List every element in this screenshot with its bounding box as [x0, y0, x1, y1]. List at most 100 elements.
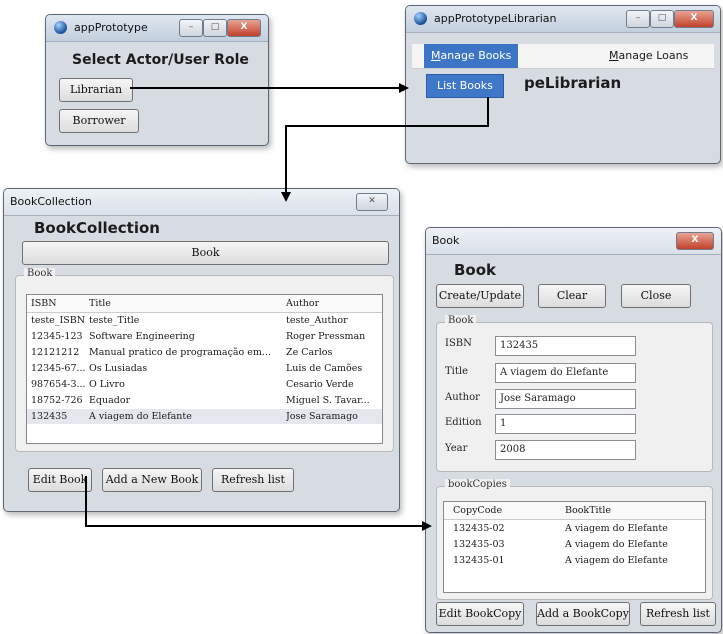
menu-manage-loans[interactable]: Manage Loans	[602, 44, 695, 68]
role-heading: Select Actor/User Role	[72, 52, 249, 68]
book-fields-group-label: Book	[445, 315, 477, 326]
author-label: Author	[445, 392, 480, 403]
booktitle-cell: A viagem do Elefante	[565, 539, 668, 550]
librarian-heading-text: peLibrarian	[524, 74, 622, 92]
window-title: BookCollection	[10, 195, 92, 208]
booktitle-cell: A viagem do Elefante	[565, 555, 668, 566]
copycode-cell: 132435-01	[453, 555, 505, 566]
column-header-isbn[interactable]: ISBN	[31, 298, 57, 309]
table-row[interactable]: 12121212 Manual pratico de programação em…	[27, 345, 382, 360]
menu-manage-books[interactable]: Manage Books	[424, 44, 519, 68]
menu-manage-loans-mnemonic: M	[609, 49, 619, 62]
book-button[interactable]: Book	[22, 241, 389, 265]
year-label: Year	[445, 443, 468, 454]
table-row[interactable]: 132435-01 A viagem do Elefante	[444, 553, 705, 568]
table-row[interactable]: 132435-03 A viagem do Elefante	[444, 537, 705, 552]
table-row[interactable]: 12345-67... Os Lusiadas Luis de Camões	[27, 361, 382, 376]
close-button-form[interactable]: Close	[621, 284, 691, 308]
table-row[interactable]: teste_ISBN teste_Title teste_Author	[27, 313, 382, 328]
isbn-cell: 18752-726	[31, 395, 83, 406]
author-cell: Luis de Camões	[286, 363, 363, 374]
edit-book-button[interactable]: Edit Book	[28, 468, 92, 492]
table-row[interactable]: 12345-123 Software Engineering Roger Press…	[27, 329, 382, 344]
borrower-button[interactable]: Borrower	[59, 109, 139, 133]
window-title: appPrototypeLibrarian	[434, 12, 557, 25]
book-table: ISBN Title Author teste_ISBN teste_Title t…	[26, 294, 383, 444]
author-cell: Cesario Verde	[286, 379, 354, 390]
year-field[interactable]: 2008	[495, 440, 636, 460]
bookcollection-window: BookCollection ✕ BookCollection Book Boo…	[3, 188, 400, 512]
title-bar: appPrototype – □ X	[46, 15, 268, 42]
add-bookcopy-button[interactable]: Add a BookCopy	[536, 602, 630, 626]
close-button[interactable]: X	[227, 19, 261, 37]
librarian-heading: peLibrarian	[524, 74, 621, 92]
title-cell: Manual pratico de programação em...	[89, 347, 271, 358]
title-label: Title	[445, 366, 469, 377]
bookcopies-group: bookCopies CopyCode BookTitle 132435-02 A…	[436, 479, 713, 600]
book-group: Book ISBN Title Author teste_ISBN teste_T…	[15, 268, 394, 452]
maximize-button[interactable]: □	[650, 10, 674, 28]
author-cell: Ze Carlos	[286, 347, 333, 358]
close-button[interactable]: ✕	[356, 193, 388, 211]
author-cell: Jose Saramago	[286, 411, 358, 422]
author-field[interactable]: Jose Saramago	[495, 389, 636, 409]
title-cell: teste_Title	[89, 315, 140, 326]
window-title: Book	[432, 234, 460, 247]
isbn-cell: 12345-67...	[31, 363, 86, 374]
maximize-button[interactable]: □	[203, 19, 227, 37]
close-button[interactable]: X	[674, 10, 714, 28]
title-cell: Os Lusiadas	[89, 363, 148, 374]
table-row[interactable]: 132435-02 A viagem do Elefante	[444, 521, 705, 536]
menu-bar: Manage Books Manage Loans	[412, 44, 714, 69]
isbn-cell: 132435	[31, 411, 68, 422]
bookcopies-table: CopyCode BookTitle 132435-02 A viagem do …	[443, 501, 706, 593]
librarian-button[interactable]: Librarian	[59, 78, 133, 102]
isbn-cell: 12345-123	[31, 331, 83, 342]
clear-button[interactable]: Clear	[538, 284, 606, 308]
add-new-book-button[interactable]: Add a New Book	[102, 468, 202, 492]
isbn-cell: 987654-3...	[31, 379, 86, 390]
app-globe-icon	[54, 21, 67, 34]
copycode-cell: 132435-02	[453, 523, 505, 534]
column-header-title[interactable]: Title	[89, 298, 111, 309]
title-cell: Software Engineering	[89, 331, 195, 342]
book-group-label: Book	[24, 268, 56, 279]
author-cell: Miguel S. Tavar...	[286, 395, 370, 406]
table-row[interactable]: 18752-726 Equador Miguel S. Tavar...	[27, 393, 382, 408]
isbn-label: ISBN	[445, 338, 472, 349]
menu-manage-books-label: anage Books	[440, 49, 512, 62]
bookcollection-heading: BookCollection	[34, 219, 160, 237]
book-window: Book X Book Create/Update Clear Close Bo…	[425, 227, 722, 633]
title-bar: appPrototypeLibrarian – □ X	[406, 6, 720, 33]
column-header-copycode[interactable]: CopyCode	[453, 505, 502, 516]
title-cell: O Livro	[89, 379, 125, 390]
edit-bookcopy-button[interactable]: Edit BookCopy	[436, 602, 524, 626]
isbn-field[interactable]: 132435	[495, 336, 636, 356]
book-fields-group: Book ISBN 132435 Title A viagem do Elefa…	[436, 315, 713, 472]
isbn-cell: teste_ISBN	[31, 315, 86, 326]
menu-manage-loans-label: anage Loans	[618, 49, 689, 62]
minimize-button[interactable]: –	[179, 19, 203, 37]
minimize-button[interactable]: –	[626, 10, 650, 28]
edition-field[interactable]: 1	[495, 414, 636, 434]
column-header-author[interactable]: Author	[286, 298, 319, 309]
author-cell: Roger Pressman	[286, 331, 366, 342]
bookcopies-group-label: bookCopies	[445, 479, 510, 490]
title-bar: Book X	[426, 228, 721, 255]
table-header: CopyCode BookTitle	[444, 502, 705, 520]
role-select-window: appPrototype – □ X Select Actor/User Rol…	[45, 14, 269, 146]
isbn-cell: 12121212	[31, 347, 80, 358]
title-field[interactable]: A viagem do Elefante	[495, 363, 636, 383]
menu-item-list-books[interactable]: List Books	[426, 74, 504, 98]
refresh-list-button[interactable]: Refresh list	[640, 602, 716, 626]
close-button[interactable]: X	[676, 232, 714, 250]
column-header-booktitle[interactable]: BookTitle	[565, 505, 611, 516]
author-cell: teste_Author	[286, 315, 348, 326]
refresh-list-button[interactable]: Refresh list	[212, 468, 294, 492]
title-cell: Equador	[89, 395, 131, 406]
table-row[interactable]: 987654-3... O Livro Cesario Verde	[27, 377, 382, 392]
title-cell: A viagem do Elefante	[89, 411, 192, 422]
table-row[interactable]: 132435 A viagem do Elefante Jose Saramago	[27, 409, 382, 424]
create-update-button[interactable]: Create/Update	[436, 284, 524, 308]
window-title: appPrototype	[74, 21, 148, 34]
